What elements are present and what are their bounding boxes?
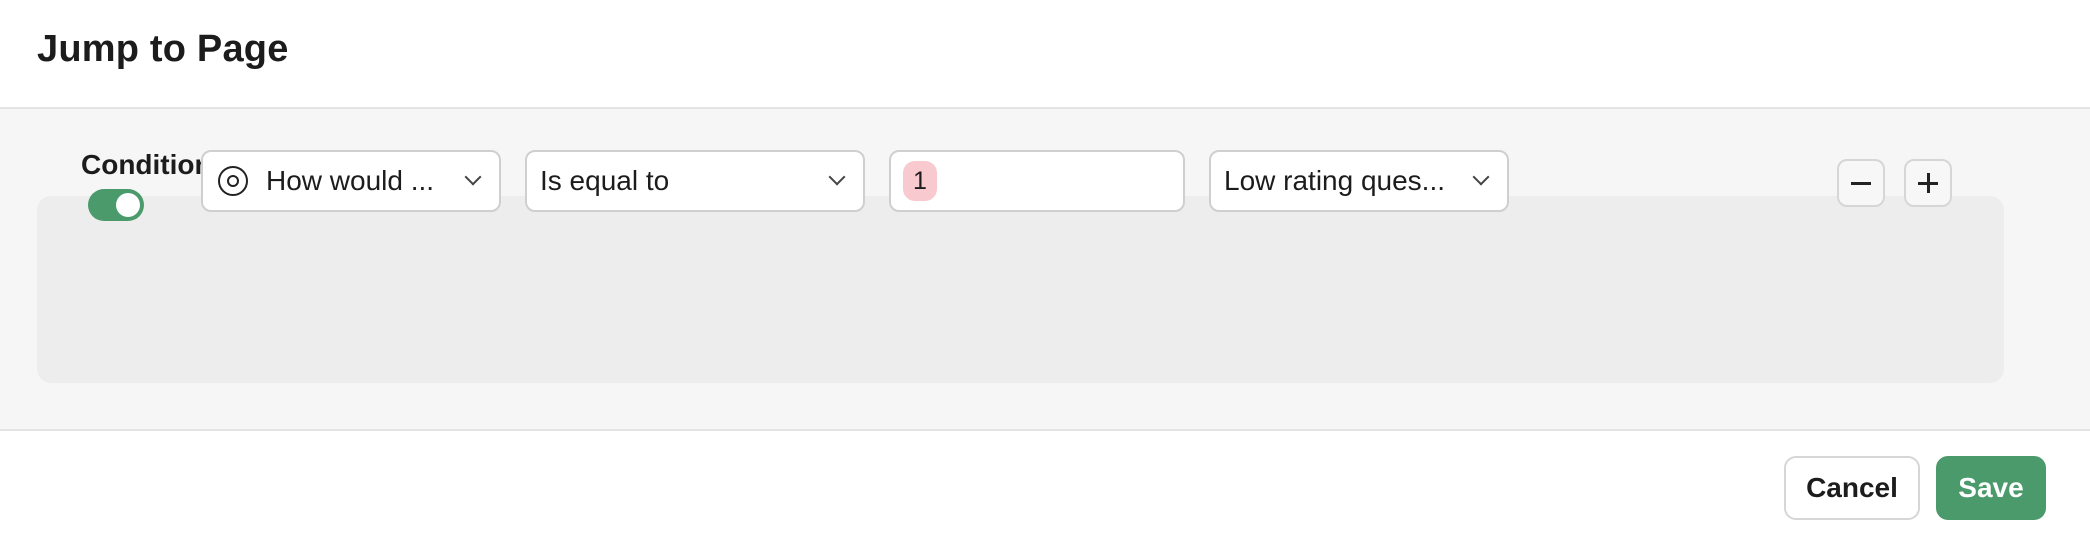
target-page-select-value: Low rating ques... <box>1224 165 1446 196</box>
target-icon <box>218 166 248 196</box>
rule-enabled-toggle[interactable] <box>88 189 144 221</box>
value-input[interactable]: 1 <box>889 150 1185 212</box>
conditional-rule-panel <box>37 196 2004 383</box>
save-button[interactable]: Save <box>1936 456 2046 520</box>
operator-select-value: Is equal to <box>540 165 670 196</box>
chevron-down-icon <box>464 168 482 186</box>
remove-rule-button[interactable] <box>1837 159 1885 207</box>
toggle-knob <box>116 193 140 217</box>
dialog-title: Jump to Page <box>37 28 289 70</box>
value-tag: 1 <box>903 161 937 201</box>
chevron-down-icon <box>1472 168 1490 186</box>
operator-select[interactable]: Is equal to <box>525 150 865 212</box>
chevron-down-icon <box>828 168 846 186</box>
cancel-button[interactable]: Cancel <box>1784 456 1920 520</box>
add-rule-button[interactable] <box>1904 159 1952 207</box>
question-select-value: How would ... <box>266 165 435 196</box>
jump-to-page-dialog: Jump to Page Conditionals How would ... … <box>0 0 2090 538</box>
minus-icon <box>1851 182 1871 185</box>
dialog-header: Jump to Page <box>0 0 2090 109</box>
target-page-select[interactable]: Low rating ques... <box>1209 150 1509 212</box>
question-select[interactable]: How would ... <box>201 150 501 212</box>
